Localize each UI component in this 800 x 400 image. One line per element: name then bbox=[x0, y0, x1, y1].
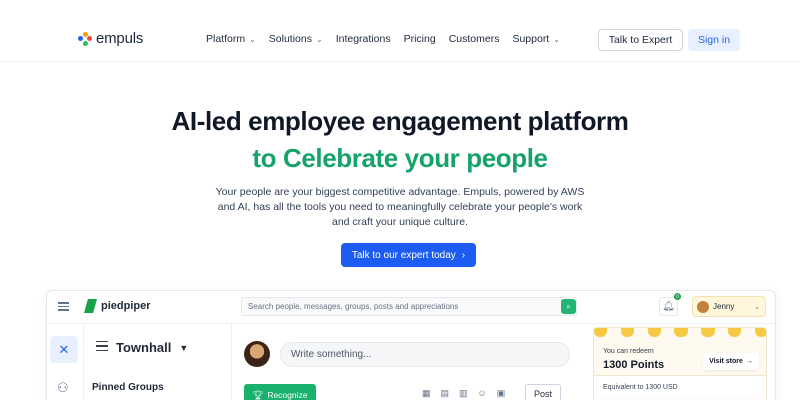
brand-name: piedpiper bbox=[101, 300, 151, 312]
visit-store-button[interactable]: Visit store → bbox=[703, 353, 759, 370]
points-value: 1300 Points bbox=[603, 359, 665, 371]
poll-icon[interactable]: ▥ bbox=[459, 388, 468, 399]
user-name: Jenny bbox=[713, 302, 735, 311]
composer-tools: ▦ ▤ ▥ ☺ ▣ bbox=[422, 388, 505, 399]
app-header: piedpiper Search people, messages, group… bbox=[47, 291, 775, 324]
store-awning bbox=[594, 328, 766, 337]
arrow-right-icon: → bbox=[745, 358, 753, 365]
attachment-icon[interactable]: ▣ bbox=[497, 388, 506, 399]
recognize-label: Recognize bbox=[267, 390, 308, 400]
bell-icon[interactable]: 🔔︎ bbox=[659, 297, 678, 316]
empuls-logo[interactable]: empuls bbox=[78, 30, 143, 47]
empuls-logo-icon bbox=[78, 31, 92, 46]
trophy-icon: 🏆︎ bbox=[252, 389, 264, 400]
menu-customers[interactable]: Customers bbox=[449, 33, 500, 45]
piedpiper-logo-icon bbox=[84, 299, 97, 313]
emoji-icon[interactable]: ☺ bbox=[478, 388, 487, 399]
app-sidebar: ✕ ⚇ bbox=[47, 324, 84, 400]
pinned-groups-heading: Pinned Groups bbox=[92, 382, 164, 393]
image-icon[interactable]: ▦ bbox=[422, 388, 431, 399]
chevron-down-icon: ⌄ bbox=[316, 34, 323, 44]
user-menu[interactable]: Jenny ⌄ bbox=[692, 296, 766, 317]
hero-subtitle: to Celebrate your people bbox=[252, 143, 548, 173]
group-panel: Townhall ▼ Pinned Groups bbox=[84, 324, 232, 400]
recognize-button[interactable]: 🏆︎ Recognize bbox=[244, 384, 316, 400]
composer-input[interactable]: Write something... bbox=[280, 342, 570, 367]
sign-in-button[interactable]: Sign in bbox=[688, 29, 740, 51]
app-preview: piedpiper Search people, messages, group… bbox=[46, 290, 776, 400]
notification-badge: 0 bbox=[674, 293, 681, 300]
logo-text: empuls bbox=[96, 30, 144, 47]
list-icon bbox=[96, 340, 108, 355]
caret-down-icon: ▼ bbox=[179, 342, 189, 353]
menu-label: Customers bbox=[448, 33, 500, 45]
points-equivalent: Equivalent to 1300 USD bbox=[594, 375, 766, 399]
menu-pricing[interactable]: Pricing bbox=[404, 33, 436, 45]
post-button[interactable]: Post bbox=[525, 384, 561, 400]
menu-label: Pricing bbox=[403, 33, 436, 45]
menu-solutions[interactable]: Solutions ⌄ bbox=[269, 33, 323, 45]
hamburger-menu-icon[interactable] bbox=[58, 302, 69, 311]
visit-store-label: Visit store bbox=[709, 358, 743, 365]
award-icon[interactable]: ⚇ bbox=[57, 380, 69, 396]
menu-support[interactable]: Support ⌄ bbox=[512, 33, 559, 45]
menu-label: Solutions bbox=[268, 33, 312, 45]
menu-platform[interactable]: Platform ⌄ bbox=[206, 33, 256, 45]
feed-composer: Write something... 🏆︎ Recognize ▦ ▤ ▥ ☺ … bbox=[232, 324, 577, 400]
gif-icon[interactable]: ▤ bbox=[441, 388, 450, 399]
menu-label: Support bbox=[512, 33, 550, 45]
main-menu: Platform ⌄ Solutions ⌄ Integrations Pric… bbox=[206, 33, 560, 45]
menu-integrations[interactable]: Integrations bbox=[336, 33, 391, 45]
hero-title: AI-led employee engagement platform bbox=[171, 106, 629, 136]
avatar bbox=[697, 300, 709, 313]
top-navbar: empuls Platform ⌄ Solutions ⌄ Integratio… bbox=[0, 0, 800, 62]
menu-label: Platform bbox=[206, 33, 246, 45]
menu-label: Integrations bbox=[335, 33, 391, 45]
chevron-down-icon: ⌄ bbox=[249, 34, 256, 44]
chevron-down-icon: ⌄ bbox=[754, 303, 760, 311]
search-icon[interactable]: ⌕ bbox=[561, 299, 576, 314]
townhall-selector[interactable]: Townhall ▼ bbox=[96, 340, 188, 355]
avatar bbox=[244, 341, 270, 367]
redeem-label: You can redeem bbox=[603, 348, 654, 355]
hero-description: Your people are your biggest competitive… bbox=[215, 186, 585, 228]
app-search-input[interactable]: Search people, messages, groups, posts a… bbox=[241, 297, 577, 316]
piedpiper-logo: piedpiper bbox=[84, 299, 151, 313]
chevron-down-icon: ⌄ bbox=[553, 34, 560, 44]
chevron-right-icon: › bbox=[461, 249, 466, 261]
talk-to-expert-cta-button[interactable]: Talk to our expert today › bbox=[341, 243, 476, 267]
panel-title: Townhall bbox=[116, 340, 172, 355]
rewards-card: You can redeem 1300 Points Visit store →… bbox=[593, 327, 767, 400]
network-icon[interactable]: ✕ bbox=[50, 336, 78, 363]
cta-label: Talk to our expert today bbox=[351, 249, 456, 261]
talk-to-expert-button[interactable]: Talk to Expert bbox=[598, 29, 683, 51]
